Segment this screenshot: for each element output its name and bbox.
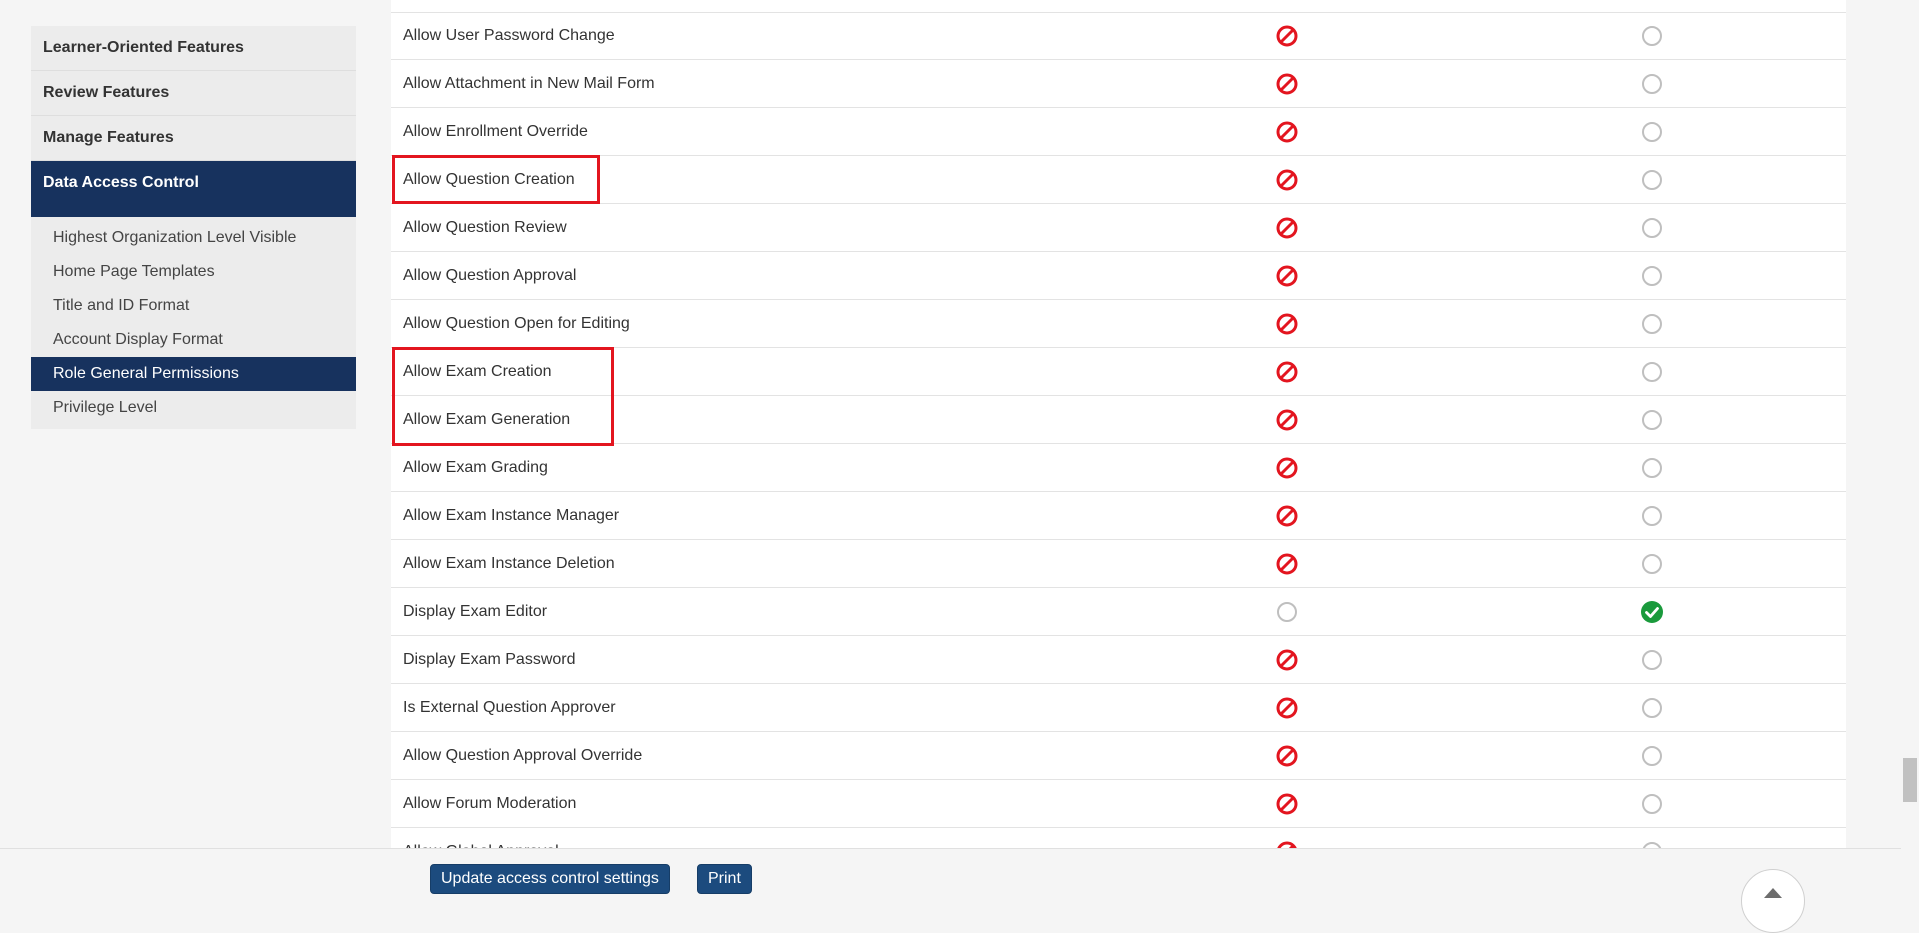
sidebar-item-review-features[interactable]: Review Features bbox=[31, 71, 356, 116]
table-row: Allow Global Approval bbox=[391, 828, 1846, 848]
sidebar-subitem-home-page-templates[interactable]: Home Page Templates bbox=[31, 255, 356, 289]
highlight-box-exam-creation-generation bbox=[392, 347, 614, 446]
table-row: Allow Question Review bbox=[391, 204, 1846, 252]
sidebar-item-manage-features[interactable]: Manage Features bbox=[31, 116, 356, 161]
sidebar-item-learner-oriented-features[interactable]: Learner-Oriented Features bbox=[31, 26, 356, 71]
permission-label: Display Exam Password bbox=[403, 651, 576, 668]
table-row: Allow Enrollment Override bbox=[391, 108, 1846, 156]
footer-bar: Update access control settings Print bbox=[0, 848, 1919, 902]
permission-label: Display Exam Editor bbox=[403, 603, 548, 620]
empty-radio-icon[interactable] bbox=[1640, 696, 1664, 720]
scrollbar-thumb[interactable] bbox=[1903, 758, 1917, 802]
empty-radio-icon[interactable] bbox=[1640, 744, 1664, 768]
empty-radio-icon[interactable] bbox=[1640, 648, 1664, 672]
table-row: Allow Exam Grading bbox=[391, 444, 1846, 492]
table-row: Display Exam Editor bbox=[391, 588, 1846, 636]
scroll-to-top-button[interactable] bbox=[1741, 869, 1805, 933]
empty-radio-icon[interactable] bbox=[1640, 360, 1664, 384]
permission-label: Allow Enrollment Override bbox=[403, 123, 588, 140]
print-button[interactable]: Print bbox=[697, 864, 752, 894]
deny-icon[interactable] bbox=[1275, 648, 1299, 672]
empty-radio-icon[interactable] bbox=[1640, 264, 1664, 288]
sidebar-subitem-privilege-level[interactable]: Privilege Level bbox=[31, 391, 356, 425]
deny-icon[interactable] bbox=[1275, 312, 1299, 336]
deny-icon[interactable] bbox=[1275, 264, 1299, 288]
empty-radio-icon[interactable] bbox=[1640, 72, 1664, 96]
table-row: Allow Question Open for Editing bbox=[391, 300, 1846, 348]
empty-radio-icon[interactable] bbox=[1640, 168, 1664, 192]
empty-radio-icon[interactable] bbox=[1640, 456, 1664, 480]
deny-icon[interactable] bbox=[1275, 792, 1299, 816]
table-row: Is External Question Approver bbox=[391, 684, 1846, 732]
permission-label: Allow Attachment in New Mail Form bbox=[403, 75, 655, 92]
permission-label: Allow Global Approval bbox=[403, 828, 559, 848]
table-row: Allow User Password Change bbox=[391, 12, 1846, 60]
permission-label: Allow Question Open for Editing bbox=[403, 315, 630, 332]
empty-radio-icon[interactable] bbox=[1640, 24, 1664, 48]
sidebar-subitem-account-display-format[interactable]: Account Display Format bbox=[31, 323, 356, 357]
deny-icon[interactable] bbox=[1275, 72, 1299, 96]
sidebar-subitem-role-general-permissions[interactable]: Role General Permissions bbox=[31, 357, 356, 391]
empty-radio-icon[interactable] bbox=[1640, 792, 1664, 816]
sidebar-submenu: Highest Organization Level Visible Home … bbox=[31, 217, 356, 429]
table-row: Allow Question Creation bbox=[391, 156, 1846, 204]
deny-icon[interactable] bbox=[1275, 360, 1299, 384]
deny-icon[interactable] bbox=[1275, 504, 1299, 528]
table-row: Allow Forum Moderation bbox=[391, 780, 1846, 828]
deny-icon[interactable] bbox=[1275, 24, 1299, 48]
empty-radio-icon[interactable] bbox=[1640, 216, 1664, 240]
table-row: Allow Exam Instance Deletion bbox=[391, 540, 1846, 588]
permission-label: Allow Question Approval Override bbox=[403, 747, 643, 764]
permission-label: Allow Forum Moderation bbox=[403, 795, 577, 812]
deny-icon[interactable] bbox=[1275, 216, 1299, 240]
empty-radio-icon[interactable] bbox=[1640, 408, 1664, 432]
sidebar-subitem-title-and-id-format[interactable]: Title and ID Format bbox=[31, 289, 356, 323]
empty-radio-icon[interactable] bbox=[1640, 120, 1664, 144]
check-circle-icon[interactable] bbox=[1640, 600, 1664, 624]
permission-label: Allow Exam Instance Deletion bbox=[403, 555, 615, 572]
deny-icon[interactable] bbox=[1275, 744, 1299, 768]
deny-icon[interactable] bbox=[1275, 408, 1299, 432]
permission-label: Allow Question Review bbox=[403, 219, 567, 236]
table-row: Display Exam Password bbox=[391, 636, 1846, 684]
empty-radio-icon[interactable] bbox=[1640, 840, 1664, 848]
empty-radio-icon[interactable] bbox=[1640, 552, 1664, 576]
sidebar-subitem-highest-organization-level-visible[interactable]: Highest Organization Level Visible bbox=[31, 221, 356, 255]
permission-label: Allow Exam Instance Manager bbox=[403, 507, 620, 524]
permission-label: Allow Exam Grading bbox=[403, 459, 548, 476]
empty-radio-icon[interactable] bbox=[1275, 600, 1299, 624]
empty-radio-icon[interactable] bbox=[1640, 312, 1664, 336]
table-row: Allow Attachment in New Mail Form bbox=[391, 60, 1846, 108]
table-row: Allow Question Approval bbox=[391, 252, 1846, 300]
permission-label: Allow User Password Change bbox=[403, 27, 615, 44]
permission-label: Allow Question Approval bbox=[403, 267, 577, 284]
deny-icon[interactable] bbox=[1275, 120, 1299, 144]
sidebar-item-data-access-control[interactable]: Data Access Control bbox=[31, 161, 356, 217]
table-row: Allow Exam Instance Manager bbox=[391, 492, 1846, 540]
permission-label: Is External Question Approver bbox=[403, 699, 616, 716]
deny-icon[interactable] bbox=[1275, 168, 1299, 192]
sidebar: Learner-Oriented Features Review Feature… bbox=[31, 26, 356, 429]
deny-icon[interactable] bbox=[1275, 696, 1299, 720]
highlight-box-question-creation bbox=[392, 155, 600, 204]
deny-icon[interactable] bbox=[1275, 456, 1299, 480]
empty-radio-icon[interactable] bbox=[1640, 504, 1664, 528]
table-row: Allow Question Approval Override bbox=[391, 732, 1846, 780]
update-access-control-button[interactable]: Update access control settings bbox=[430, 864, 670, 894]
vertical-scrollbar[interactable] bbox=[1901, 0, 1919, 901]
chevron-up-icon bbox=[1764, 888, 1782, 898]
deny-icon[interactable] bbox=[1275, 552, 1299, 576]
deny-icon[interactable] bbox=[1275, 840, 1299, 848]
